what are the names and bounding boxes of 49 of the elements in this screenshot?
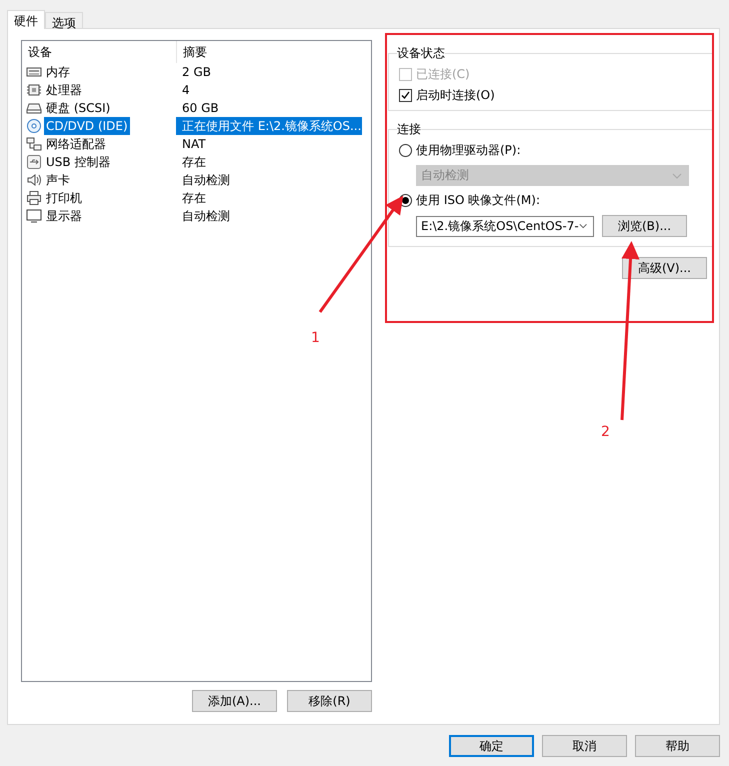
checkbox-label: 已连接(C) (416, 66, 470, 83)
printer-icon (26, 190, 42, 206)
dialog-button[interactable]: 取消 (542, 735, 627, 757)
chevron-icon (672, 172, 682, 178)
device-name[interactable]: 硬盘 (SCSI) (44, 99, 112, 117)
disc-icon (26, 118, 42, 134)
device-summary[interactable]: 4 (176, 81, 362, 99)
device-summary[interactable]: 存在 (176, 189, 362, 207)
device-summary[interactable]: 正在使用文件 E:\2.镜像系统OS... (176, 117, 362, 135)
device-name[interactable]: 显示器 (44, 207, 84, 225)
radio-label: 使用 ISO 映像文件(M): (416, 192, 540, 209)
checkbox[interactable] (399, 89, 412, 102)
device-name[interactable]: USB 控制器 (44, 153, 112, 171)
network-icon (26, 136, 42, 152)
annotation-label: 1 (311, 330, 320, 346)
radio-button[interactable] (399, 144, 412, 157)
tab[interactable]: 选项 (45, 12, 83, 28)
device-name[interactable]: 处理器 (44, 81, 84, 99)
device-summary[interactable]: NAT (176, 135, 362, 153)
device-summary[interactable]: 2 GB (176, 63, 362, 81)
iso-path-dropdown[interactable]: E:\2.镜像系统OS\CentOS-7- (416, 216, 594, 236)
device-summary[interactable]: 60 GB (176, 99, 362, 117)
advanced-button[interactable]: 高级(V)... (622, 257, 707, 279)
chevron-icon (578, 223, 587, 229)
list-button[interactable]: 添加(A)... (192, 690, 277, 712)
device-summary[interactable]: 自动检测 (176, 207, 362, 225)
monitor-icon (26, 208, 42, 224)
device-name[interactable]: CD/DVD (IDE) (44, 117, 130, 135)
usb-icon (26, 154, 42, 170)
device-name[interactable]: 内存 (44, 63, 72, 81)
device-name[interactable]: 网络适配器 (44, 135, 108, 153)
checkbox-label: 启动时连接(O) (416, 87, 495, 104)
list-button[interactable]: 移除(R) (287, 690, 372, 712)
column-header[interactable]: 摘要 (177, 41, 207, 63)
device-name[interactable]: 声卡 (44, 171, 72, 189)
device-summary[interactable]: 存在 (176, 153, 362, 171)
annotation-label: 2 (601, 424, 610, 440)
radio-label: 使用物理驱动器(P): (416, 142, 521, 159)
tab[interactable]: 硬件 (7, 10, 45, 29)
chip-icon (26, 82, 42, 98)
browse-button[interactable]: 浏览(B)... (602, 215, 687, 237)
speaker-icon (26, 172, 42, 188)
group-title: 连接 (397, 121, 421, 138)
column-header[interactable]: 设备 (22, 41, 177, 63)
device-summary[interactable]: 自动检测 (176, 171, 362, 189)
dialog-button[interactable]: 确定 (449, 735, 534, 757)
dialog-button[interactable]: 帮助 (635, 735, 720, 757)
group-title: 设备状态 (397, 45, 445, 62)
device-name[interactable]: 打印机 (44, 189, 84, 207)
